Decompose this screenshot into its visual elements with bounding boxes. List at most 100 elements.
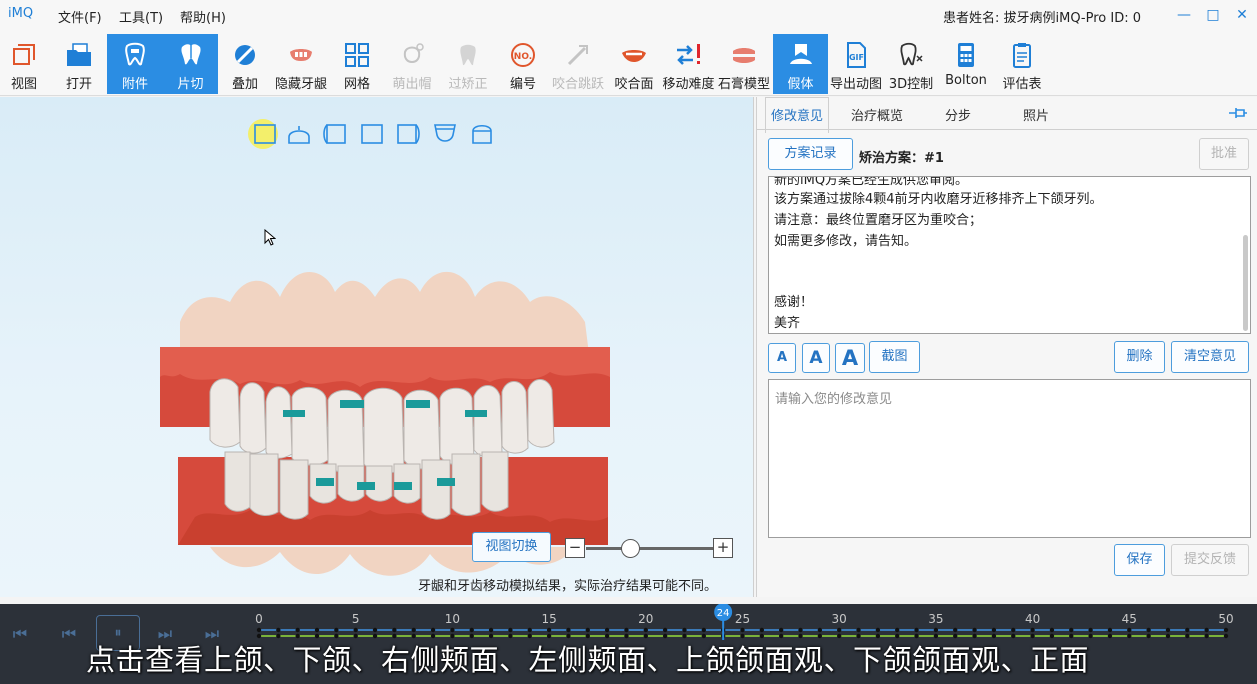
upper-step-dot[interactable] xyxy=(895,627,900,633)
lower-step-dot[interactable] xyxy=(1223,633,1229,639)
lower-step-dot[interactable] xyxy=(1185,633,1190,639)
upper-step-dot[interactable] xyxy=(759,627,765,633)
tool-movement-difficulty[interactable]: 移动难度 xyxy=(661,34,716,94)
tab-overview[interactable]: 治疗概览 xyxy=(851,105,903,124)
upper-step-dot[interactable] xyxy=(566,627,571,633)
upper-step-dot[interactable] xyxy=(798,627,803,633)
tool-plaster-model[interactable]: 石膏模型 xyxy=(716,34,772,94)
clear-feedback-button[interactable]: 清空意见 xyxy=(1171,341,1249,373)
upper-step-dot[interactable] xyxy=(392,627,397,633)
upper-step-dot[interactable] xyxy=(837,627,842,633)
upper-step-dot[interactable] xyxy=(334,627,339,633)
upper-step-dot[interactable] xyxy=(1107,627,1113,633)
lower-step-dot[interactable] xyxy=(1088,633,1093,639)
upper-step-dot[interactable] xyxy=(604,627,610,633)
tab-feedback[interactable]: 修改意见 xyxy=(764,97,830,133)
upper-step-dot[interactable] xyxy=(488,627,494,633)
pin-icon[interactable] xyxy=(1227,105,1249,121)
view-switch-button[interactable]: 视图切换 xyxy=(472,532,551,562)
tab-photos[interactable]: 照片 xyxy=(1023,105,1049,124)
tool-ipr[interactable]: 片切 xyxy=(163,34,218,94)
upper-step-dot[interactable] xyxy=(450,627,455,633)
zoom-slider-handle[interactable] xyxy=(621,539,641,558)
upper-step-dot[interactable] xyxy=(256,627,262,633)
upper-step-dot[interactable] xyxy=(817,627,823,633)
upper-step-dot[interactable] xyxy=(1127,627,1132,633)
upper-step-dot[interactable] xyxy=(1165,627,1171,633)
upper-step-dot[interactable] xyxy=(372,627,378,633)
tool-evaluation[interactable]: 评估表 xyxy=(998,34,1046,94)
font-small-button[interactable]: A xyxy=(768,343,796,373)
front-view-icon[interactable] xyxy=(358,121,386,147)
upper-step-dot[interactable] xyxy=(411,627,416,633)
tool-3d-control[interactable]: 3D控制 xyxy=(885,34,937,94)
lower-step-dot[interactable] xyxy=(1107,633,1113,639)
upper-step-dot[interactable] xyxy=(1185,627,1190,633)
upper-step-dot[interactable] xyxy=(914,627,919,633)
zoom-slider-track[interactable] xyxy=(586,547,713,550)
upper-step-dot[interactable] xyxy=(1049,627,1055,633)
lower-step-dot[interactable] xyxy=(1146,633,1151,639)
upper-step-dot[interactable] xyxy=(740,627,745,633)
screenshot-button[interactable]: 截图 xyxy=(869,341,920,373)
lower-jaw-view-icon[interactable] xyxy=(285,121,313,147)
minimize-button[interactable]: — xyxy=(1170,4,1198,26)
upper-step-dot[interactable] xyxy=(953,627,958,633)
upper-step-dot[interactable] xyxy=(875,627,881,633)
plan-record-button[interactable]: 方案记录 xyxy=(768,138,853,170)
save-button[interactable]: 保存 xyxy=(1114,544,1165,576)
upper-step-dot[interactable] xyxy=(314,627,320,633)
tool-bolton[interactable]: Bolton xyxy=(941,34,991,94)
upper-step-dot[interactable] xyxy=(469,627,474,633)
feedback-input[interactable]: 请输入您的修改意见 xyxy=(768,379,1251,538)
upper-step-dot[interactable] xyxy=(856,627,861,633)
tool-numbering[interactable]: NO. 编号 xyxy=(503,34,543,94)
upper-step-dot[interactable] xyxy=(276,627,281,633)
tool-view[interactable]: 视图 xyxy=(4,34,44,94)
upper-step-dot[interactable] xyxy=(972,627,977,633)
menu-file[interactable]: 文件(F) xyxy=(58,7,102,26)
upper-step-dot[interactable] xyxy=(778,627,784,633)
upper-step-dot[interactable] xyxy=(701,627,707,633)
tool-attachment[interactable]: 附件 xyxy=(107,34,163,94)
tool-prosthesis[interactable]: 假体 xyxy=(773,34,828,94)
upper-step-dot[interactable] xyxy=(1069,627,1074,633)
upper-step-dot[interactable] xyxy=(682,627,687,633)
upper-step-dot[interactable] xyxy=(546,627,552,633)
tool-occlusal[interactable]: 咬合面 xyxy=(611,34,657,94)
lower-step-dot[interactable] xyxy=(1165,633,1171,639)
upper-step-dot[interactable] xyxy=(991,627,997,633)
upper-step-dot[interactable] xyxy=(1204,627,1209,633)
right-buccal-view-icon[interactable] xyxy=(321,121,349,147)
tool-open[interactable]: 打开 xyxy=(59,34,99,94)
3d-viewport[interactable]: 视图切换 − + 牙龈和牙齿移动模拟结果，实际治疗结果可能不同。 xyxy=(0,97,754,597)
close-button[interactable]: ✕ xyxy=(1228,4,1256,26)
tool-gif-export[interactable]: GIF 导出动图 xyxy=(828,34,884,94)
lower-step-dot[interactable] xyxy=(1127,633,1132,639)
upper-step-dot[interactable] xyxy=(1030,627,1035,633)
delete-button[interactable]: 删除 xyxy=(1114,341,1165,373)
upper-step-dot[interactable] xyxy=(295,627,300,633)
notes-scrollbar[interactable] xyxy=(1243,235,1248,331)
upper-step-dot[interactable] xyxy=(508,627,513,633)
tool-hide-gum[interactable]: 隐藏牙龈 xyxy=(271,34,331,94)
upper-occlusal-view-icon[interactable] xyxy=(431,121,459,147)
tool-grid[interactable]: 网格 xyxy=(337,34,377,94)
upper-step-dot[interactable] xyxy=(933,627,939,633)
upper-step-dot[interactable] xyxy=(1223,627,1229,633)
upper-step-dot[interactable] xyxy=(527,627,532,633)
font-medium-button[interactable]: A xyxy=(802,343,830,373)
menu-help[interactable]: 帮助(H) xyxy=(180,7,226,26)
zoom-out-button[interactable]: − xyxy=(565,538,585,558)
lower-occlusal-view-icon[interactable] xyxy=(468,121,496,147)
zoom-in-button[interactable]: + xyxy=(713,538,733,558)
upper-step-dot[interactable] xyxy=(662,627,668,633)
lower-step-dot[interactable] xyxy=(1204,633,1209,639)
menu-tools[interactable]: 工具(T) xyxy=(119,7,163,26)
upper-step-dot[interactable] xyxy=(1011,627,1016,633)
upper-step-dot[interactable] xyxy=(624,627,629,633)
feedback-history[interactable]: 新的iMQ方案已经生成供您审阅。 该方案通过拔除4颗4前牙内收磨牙近移排齐上下颌… xyxy=(768,176,1251,334)
upper-step-dot[interactable] xyxy=(585,627,590,633)
tool-overlay[interactable]: 叠加 xyxy=(225,34,265,94)
upper-step-dot[interactable] xyxy=(1146,627,1151,633)
